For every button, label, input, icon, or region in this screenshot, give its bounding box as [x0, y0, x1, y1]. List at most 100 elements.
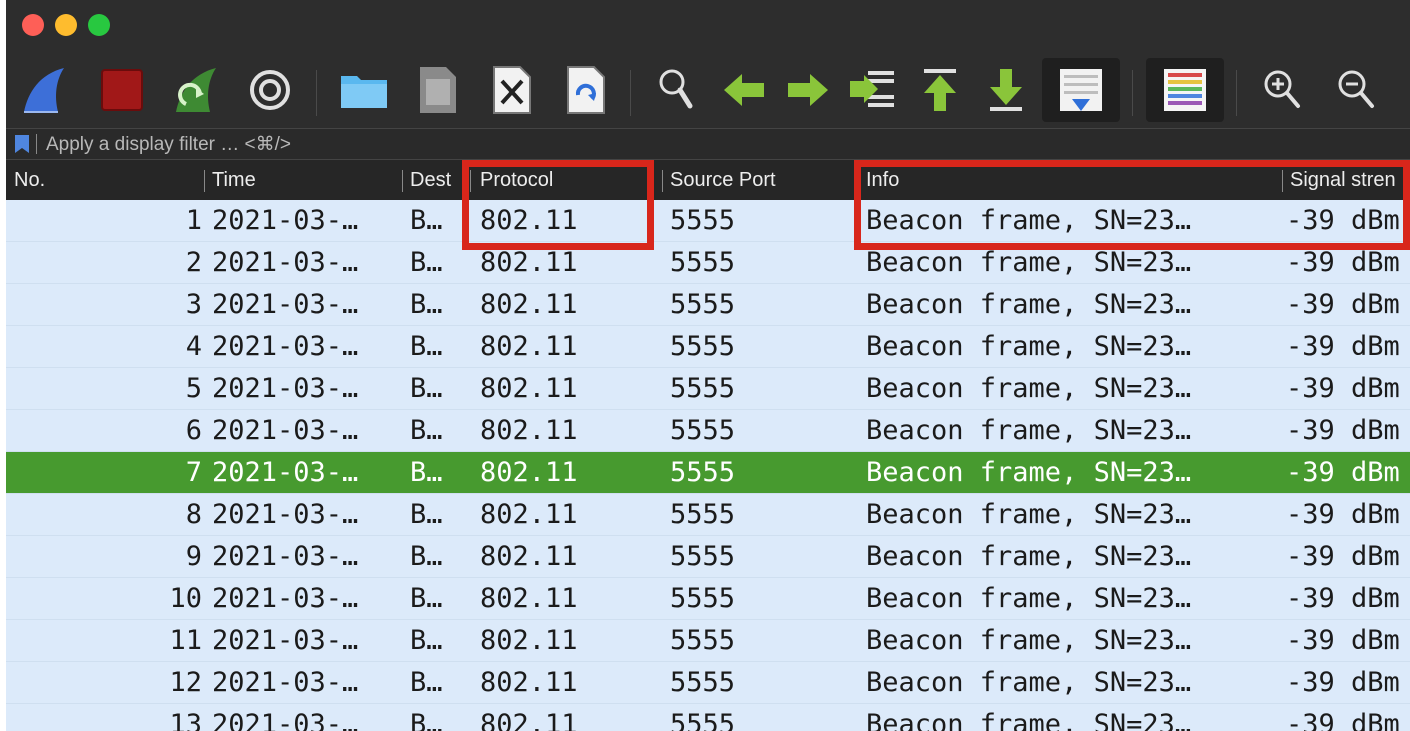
go-forward-button[interactable] — [776, 58, 840, 122]
packet-source-port: 5555 — [670, 583, 736, 614]
packet-row[interactable]: 7 2021-03-… B… 802.11 5555 Beacon frame, SN=2… — [6, 452, 1410, 494]
colorize-button[interactable] — [1146, 58, 1224, 122]
packet-signal-strength: -39 dBm — [1286, 709, 1400, 731]
start-capture-button[interactable] — [12, 58, 76, 122]
reload-file-icon — [567, 66, 605, 114]
packet-row[interactable]: 9 2021-03-… B… 802.11 5555 Beacon frame, SN=2… — [6, 536, 1410, 578]
last-packet-button[interactable] — [974, 58, 1038, 122]
packet-info: Beacon frame, SN=23… — [866, 373, 1192, 404]
capture-options-button[interactable] — [238, 58, 302, 122]
close-file-icon — [493, 66, 531, 114]
toolbar-separator — [316, 70, 317, 116]
column-header-destination[interactable]: Dest — [410, 160, 468, 200]
close-window-button[interactable] — [22, 14, 44, 36]
autoscroll-button[interactable] — [1042, 58, 1120, 122]
go-last-icon — [990, 69, 1022, 111]
packet-time: 2021-03-… — [212, 289, 359, 320]
packet-time: 2021-03-… — [212, 457, 359, 488]
packet-no: 13 — [169, 709, 202, 731]
column-divider[interactable] — [662, 170, 663, 192]
packet-protocol: 802.11 — [480, 625, 578, 656]
packet-info: Beacon frame, SN=23… — [866, 541, 1192, 572]
column-divider[interactable] — [1282, 170, 1283, 192]
packet-row[interactable]: 1 2021-03-… B… 802.11 5555 Beacon frame, SN=2… — [6, 200, 1410, 242]
packet-row[interactable]: 8 2021-03-… B… 802.11 5555 Beacon frame, SN=2… — [6, 494, 1410, 536]
packet-row[interactable]: 4 2021-03-… B… 802.11 5555 Beacon frame, SN=2… — [6, 326, 1410, 368]
packet-info: Beacon frame, SN=23… — [866, 499, 1192, 530]
packet-no: 10 — [169, 583, 202, 614]
packet-info: Beacon frame, SN=23… — [866, 247, 1192, 278]
close-file-button[interactable] — [480, 58, 544, 122]
packet-signal-strength: -39 dBm — [1286, 499, 1400, 530]
column-header-info[interactable]: Info — [866, 160, 899, 200]
stop-capture-button[interactable] — [90, 58, 154, 122]
restart-icon — [176, 68, 216, 112]
column-divider[interactable] — [470, 170, 471, 192]
packet-destination: B… — [410, 205, 443, 236]
packet-row[interactable]: 11 2021-03-… B… 802.11 5555 Beacon frame, SN=… — [6, 620, 1410, 662]
first-packet-button[interactable] — [908, 58, 972, 122]
packet-row[interactable]: 5 2021-03-… B… 802.11 5555 Beacon frame, SN=2… — [6, 368, 1410, 410]
packet-info: Beacon frame, SN=23… — [866, 457, 1192, 488]
display-filter-input[interactable]: Apply a display filter … <⌘/> — [46, 133, 291, 156]
packet-signal-strength: -39 dBm — [1286, 247, 1400, 278]
packet-info: Beacon frame, SN=23… — [866, 583, 1192, 614]
column-header-time[interactable]: Time — [212, 160, 256, 200]
find-packet-button[interactable] — [644, 58, 708, 122]
packet-list: 1 2021-03-… B… 802.11 5555 Beacon frame, SN=2… — [6, 200, 1410, 731]
reload-file-button[interactable] — [554, 58, 618, 122]
save-file-button[interactable] — [406, 58, 470, 122]
packet-info: Beacon frame, SN=23… — [866, 205, 1192, 236]
packet-row[interactable]: 12 2021-03-… B… 802.11 5555 Beacon frame, SN=… — [6, 662, 1410, 704]
wireshark-window: Apply a display filter … <⌘/> No. Time D… — [6, 0, 1410, 731]
packet-info: Beacon frame, SN=23… — [866, 289, 1192, 320]
packet-time: 2021-03-… — [212, 247, 359, 278]
bookmark-icon[interactable] — [14, 134, 30, 154]
packet-protocol: 802.11 — [480, 205, 578, 236]
packet-destination: B… — [410, 583, 443, 614]
packet-row[interactable]: 10 2021-03-… B… 802.11 5555 Beacon frame, SN=… — [6, 578, 1410, 620]
packet-no: 6 — [185, 415, 202, 446]
zoom-out-button[interactable] — [1324, 58, 1388, 122]
packet-signal-strength: -39 dBm — [1286, 583, 1400, 614]
packet-time: 2021-03-… — [212, 541, 359, 572]
open-file-button[interactable] — [332, 58, 396, 122]
go-to-packet-button[interactable] — [840, 58, 904, 122]
packet-protocol: 802.11 — [480, 289, 578, 320]
packet-destination: B… — [410, 373, 443, 404]
packet-source-port: 5555 — [670, 709, 736, 731]
packet-row[interactable]: 2 2021-03-… B… 802.11 5555 Beacon frame, SN=2… — [6, 242, 1410, 284]
packet-info: Beacon frame, SN=23… — [866, 331, 1192, 362]
packet-source-port: 5555 — [670, 625, 736, 656]
packet-protocol: 802.11 — [480, 415, 578, 446]
column-header-no[interactable]: No. — [14, 160, 45, 200]
packet-row[interactable]: 6 2021-03-… B… 802.11 5555 Beacon frame, SN=2… — [6, 410, 1410, 452]
zoom-window-button[interactable] — [88, 14, 110, 36]
packet-signal-strength: -39 dBm — [1286, 331, 1400, 362]
packet-row[interactable]: 13 2021-03-… B… 802.11 5555 Beacon frame, SN=… — [6, 704, 1410, 731]
packet-time: 2021-03-… — [212, 205, 359, 236]
zoom-in-button[interactable] — [1250, 58, 1314, 122]
gear-icon — [250, 70, 290, 110]
packet-destination: B… — [410, 331, 443, 362]
packet-destination: B… — [410, 247, 443, 278]
search-icon — [659, 69, 693, 109]
column-divider[interactable] — [402, 170, 403, 192]
packet-list-header: No. Time Dest Protocol Source Port Info … — [6, 160, 1410, 201]
packet-protocol: 802.11 — [480, 247, 578, 278]
display-filter-bar[interactable]: Apply a display filter … <⌘/> — [6, 128, 1410, 160]
column-divider[interactable] — [858, 170, 859, 192]
column-divider[interactable] — [204, 170, 205, 192]
restart-capture-button[interactable] — [164, 58, 228, 122]
go-back-button[interactable] — [712, 58, 776, 122]
column-header-source-port[interactable]: Source Port — [670, 160, 776, 200]
packet-row[interactable]: 3 2021-03-… B… 802.11 5555 Beacon frame, SN=2… — [6, 284, 1410, 326]
column-header-signal-strength[interactable]: Signal stren — [1290, 160, 1410, 200]
minimize-window-button[interactable] — [55, 14, 77, 36]
packet-no: 12 — [169, 667, 202, 698]
packet-time: 2021-03-… — [212, 667, 359, 698]
packet-signal-strength: -39 dBm — [1286, 625, 1400, 656]
packet-no: 7 — [185, 457, 202, 488]
packet-signal-strength: -39 dBm — [1286, 205, 1400, 236]
column-header-protocol[interactable]: Protocol — [480, 160, 553, 200]
